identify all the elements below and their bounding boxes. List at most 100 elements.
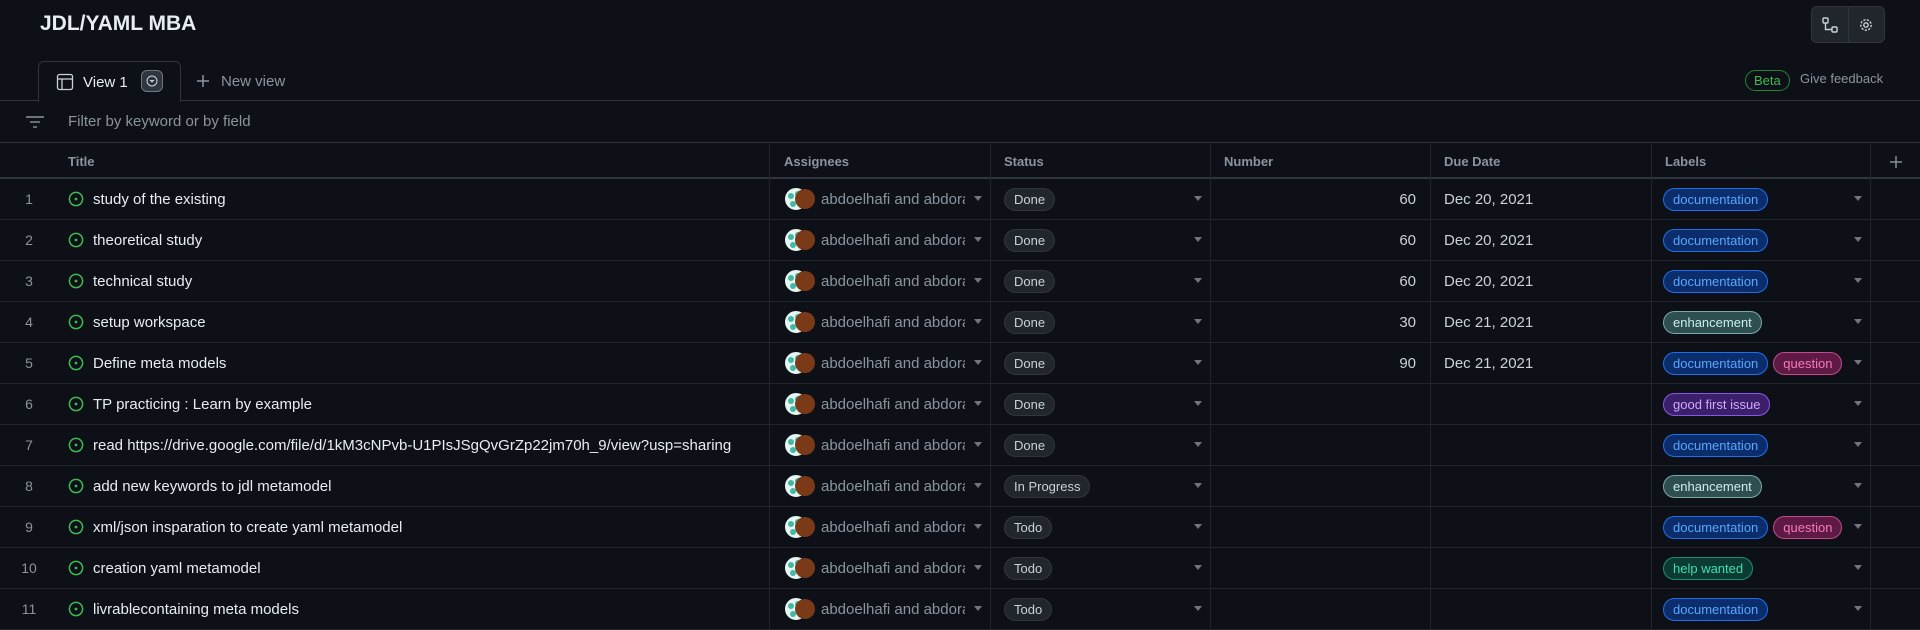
- label-question[interactable]: question: [1773, 351, 1843, 375]
- number-cell[interactable]: 60: [1211, 179, 1431, 219]
- chevron-down-icon[interactable]: [1854, 237, 1862, 242]
- settings-button[interactable]: [1847, 7, 1884, 42]
- title-cell[interactable]: creation yaml metamodel: [58, 548, 770, 588]
- column-header-due-date[interactable]: Due Date: [1431, 144, 1652, 179]
- labels-cell[interactable]: documentation: [1652, 425, 1871, 465]
- assignees-cell[interactable]: abdoelhafi and abdorahim: [770, 466, 991, 506]
- chevron-down-icon[interactable]: [1194, 442, 1202, 447]
- labels-cell[interactable]: help wanted: [1652, 548, 1871, 588]
- title-cell[interactable]: technical study: [58, 261, 770, 301]
- labels-cell[interactable]: good first issue: [1652, 384, 1871, 424]
- chevron-down-icon[interactable]: [974, 196, 982, 201]
- label-documentation[interactable]: documentation: [1663, 515, 1769, 539]
- issue-title[interactable]: setup workspace: [93, 314, 206, 331]
- status-cell[interactable]: Done: [991, 220, 1211, 260]
- chevron-down-icon[interactable]: [1194, 319, 1202, 324]
- assignees-cell[interactable]: abdoelhafi and abdorahim: [770, 384, 991, 424]
- title-cell[interactable]: livrablecontaining meta models: [58, 589, 770, 629]
- new-view-button[interactable]: New view: [196, 68, 285, 94]
- chevron-down-icon[interactable]: [1194, 606, 1202, 611]
- column-header-title[interactable]: Title: [58, 144, 770, 179]
- chevron-down-icon[interactable]: [1854, 524, 1862, 529]
- chevron-down-icon[interactable]: [974, 237, 982, 242]
- issue-title[interactable]: study of the existing: [93, 191, 226, 208]
- add-field-button[interactable]: [1871, 144, 1920, 179]
- table-row[interactable]: 5 Define meta models abdoelhafi and abdora…: [0, 343, 1920, 384]
- due-date-cell[interactable]: [1431, 507, 1652, 547]
- issue-title[interactable]: creation yaml metamodel: [93, 560, 261, 577]
- column-header-labels[interactable]: Labels: [1652, 144, 1871, 179]
- title-cell[interactable]: TP practicing : Learn by example: [58, 384, 770, 424]
- give-feedback-link[interactable]: Give feedback: [1800, 71, 1883, 86]
- tab-view-1[interactable]: View 1: [38, 61, 181, 102]
- number-cell[interactable]: [1211, 384, 1431, 424]
- due-date-cell[interactable]: Dec 21, 2021: [1431, 343, 1652, 383]
- chevron-down-icon[interactable]: [1854, 401, 1862, 406]
- issue-title[interactable]: TP practicing : Learn by example: [93, 396, 312, 413]
- title-cell[interactable]: study of the existing: [58, 179, 770, 219]
- status-cell[interactable]: In Progress: [991, 466, 1211, 506]
- labels-cell[interactable]: documentation question: [1652, 343, 1871, 383]
- labels-cell[interactable]: enhancement: [1652, 466, 1871, 506]
- assignees-cell[interactable]: abdoelhafi and abdorahim: [770, 261, 991, 301]
- due-date-cell[interactable]: Dec 20, 2021: [1431, 220, 1652, 260]
- number-cell[interactable]: [1211, 425, 1431, 465]
- label-documentation[interactable]: documentation: [1663, 351, 1769, 375]
- assignees-cell[interactable]: abdoelhafi and abdorahim: [770, 179, 991, 219]
- assignees-cell[interactable]: abdoelhafi and abdorahim: [770, 425, 991, 465]
- chevron-down-icon[interactable]: [1194, 278, 1202, 283]
- label-enhancement[interactable]: enhancement: [1663, 474, 1762, 498]
- status-cell[interactable]: Todo: [991, 548, 1211, 588]
- status-cell[interactable]: Done: [991, 343, 1211, 383]
- due-date-cell[interactable]: [1431, 425, 1652, 465]
- chevron-down-icon[interactable]: [974, 319, 982, 324]
- chevron-down-icon[interactable]: [1194, 196, 1202, 201]
- title-cell[interactable]: xml/json insparation to create yaml meta…: [58, 507, 770, 547]
- workflows-button[interactable]: [1812, 7, 1848, 42]
- chevron-down-icon[interactable]: [1194, 360, 1202, 365]
- assignees-cell[interactable]: abdoelhafi and abdorahim: [770, 302, 991, 342]
- table-row[interactable]: 9 xml/json insparation to create yaml met…: [0, 507, 1920, 548]
- status-cell[interactable]: Done: [991, 179, 1211, 219]
- label-help-wanted[interactable]: help wanted: [1663, 556, 1754, 580]
- chevron-down-icon[interactable]: [974, 442, 982, 447]
- labels-cell[interactable]: documentation: [1652, 179, 1871, 219]
- number-cell[interactable]: 60: [1211, 261, 1431, 301]
- column-header-number[interactable]: Number: [1211, 144, 1431, 179]
- due-date-cell[interactable]: [1431, 589, 1652, 629]
- label-documentation[interactable]: documentation: [1663, 228, 1769, 252]
- chevron-down-icon[interactable]: [1854, 278, 1862, 283]
- chevron-down-icon[interactable]: [1194, 483, 1202, 488]
- table-row[interactable]: 8 add new keywords to jdl metamodel abdoel…: [0, 466, 1920, 507]
- table-row[interactable]: 1 study of the existing abdoelhafi and abd…: [0, 179, 1920, 220]
- label-enhancement[interactable]: enhancement: [1663, 310, 1762, 334]
- status-cell[interactable]: Todo: [991, 507, 1211, 547]
- chevron-down-icon[interactable]: [1194, 565, 1202, 570]
- chevron-down-icon[interactable]: [1194, 237, 1202, 242]
- due-date-cell[interactable]: Dec 20, 2021: [1431, 179, 1652, 219]
- issue-title[interactable]: xml/json insparation to create yaml meta…: [93, 519, 402, 536]
- table-row[interactable]: 11 livrablecontaining meta models abdoelha…: [0, 589, 1920, 630]
- filter-icon[interactable]: [25, 114, 45, 130]
- chevron-down-icon[interactable]: [1854, 196, 1862, 201]
- labels-cell[interactable]: documentation: [1652, 589, 1871, 629]
- labels-cell[interactable]: documentation: [1652, 220, 1871, 260]
- title-cell[interactable]: Define meta models: [58, 343, 770, 383]
- assignees-cell[interactable]: abdoelhafi and abdorahim: [770, 548, 991, 588]
- title-cell[interactable]: theoretical study: [58, 220, 770, 260]
- label-documentation[interactable]: documentation: [1663, 433, 1769, 457]
- chevron-down-icon[interactable]: [1194, 524, 1202, 529]
- filter-input[interactable]: Filter by keyword or by field: [68, 113, 251, 130]
- due-date-cell[interactable]: [1431, 384, 1652, 424]
- number-cell[interactable]: 30: [1211, 302, 1431, 342]
- assignees-cell[interactable]: abdoelhafi and abdorahim: [770, 343, 991, 383]
- labels-cell[interactable]: documentation: [1652, 261, 1871, 301]
- number-cell[interactable]: 90: [1211, 343, 1431, 383]
- column-header-status[interactable]: Status: [991, 144, 1211, 179]
- table-row[interactable]: 7 read https://drive.google.com/file/d/1k…: [0, 425, 1920, 466]
- title-cell[interactable]: read https://drive.google.com/file/d/1kM…: [58, 425, 770, 465]
- labels-cell[interactable]: documentation question: [1652, 507, 1871, 547]
- chevron-down-icon[interactable]: [1854, 442, 1862, 447]
- chevron-down-icon[interactable]: [974, 278, 982, 283]
- number-cell[interactable]: [1211, 548, 1431, 588]
